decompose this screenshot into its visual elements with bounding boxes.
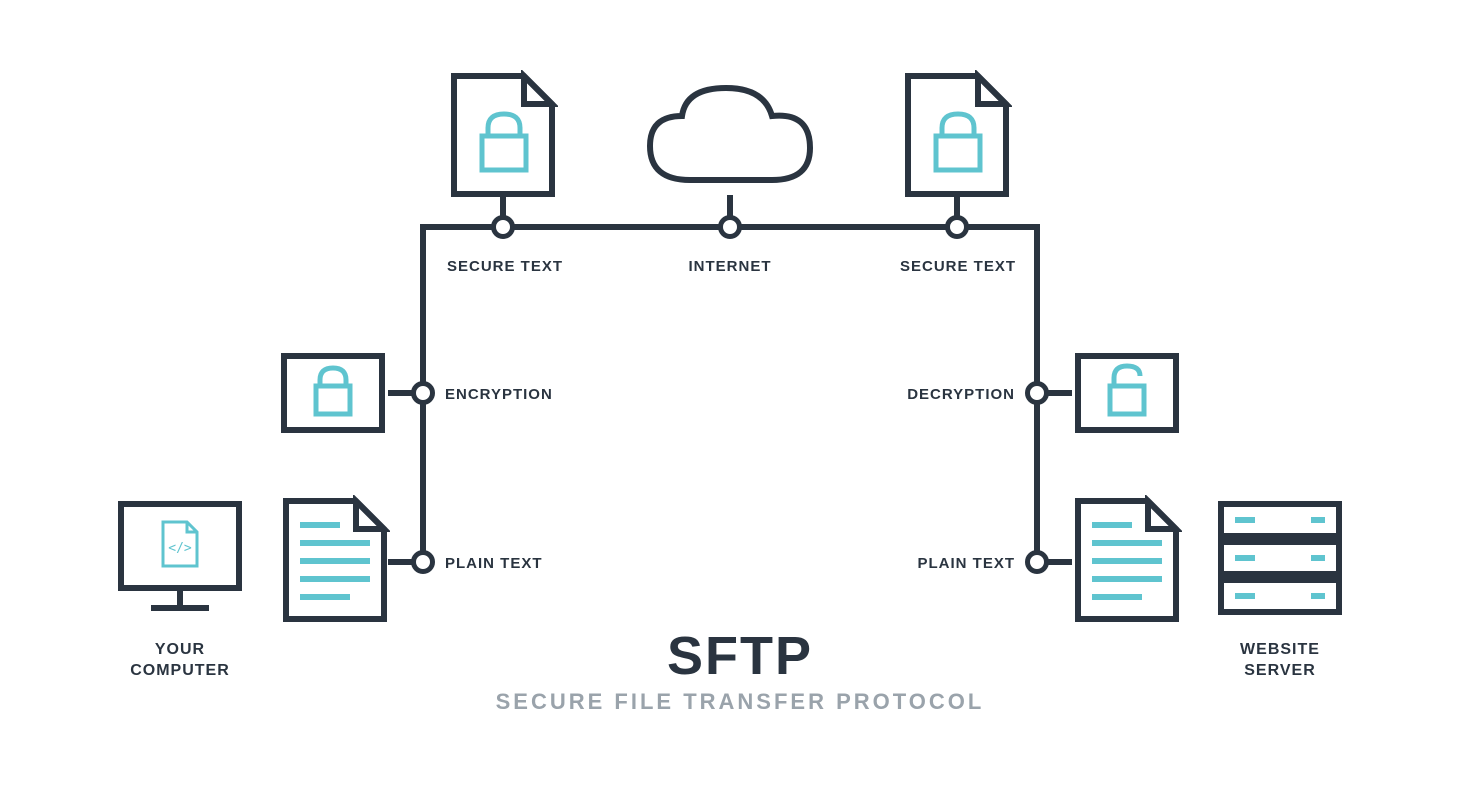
stem-plain-right xyxy=(1044,559,1072,565)
website-server-icon xyxy=(1215,498,1345,618)
label-internet: INTERNET xyxy=(670,258,790,275)
plain-text-file-left-icon xyxy=(280,495,390,625)
label-plain-text-right: PLAIN TEXT xyxy=(895,555,1015,572)
stem-plain-left xyxy=(388,559,416,565)
label-secure-text-left: SECURE TEXT xyxy=(435,258,575,275)
sftp-diagram: </> xyxy=(0,0,1480,791)
title-main: SFTP xyxy=(0,625,1480,687)
decryption-unlock-icon xyxy=(1072,350,1182,436)
stem-decryption xyxy=(1044,390,1072,396)
label-decryption: DECRYPTION xyxy=(875,386,1015,403)
encryption-lock-icon xyxy=(278,350,388,436)
label-encryption: ENCRYPTION xyxy=(445,386,585,403)
svg-text:</>: </> xyxy=(168,541,192,556)
stem-encryption xyxy=(388,390,416,396)
secure-text-file-right-icon xyxy=(902,70,1012,200)
your-computer-icon: </> xyxy=(115,498,245,618)
secure-text-file-left-icon xyxy=(448,70,558,200)
cloud-icon xyxy=(640,80,820,200)
plain-text-file-right-icon xyxy=(1072,495,1182,625)
label-secure-text-right: SECURE TEXT xyxy=(888,258,1028,275)
title-sub: SECURE FILE TRANSFER PROTOCOL xyxy=(0,689,1480,715)
diagram-title: SFTP SECURE FILE TRANSFER PROTOCOL xyxy=(0,625,1480,715)
label-plain-text-left: PLAIN TEXT xyxy=(445,555,565,572)
